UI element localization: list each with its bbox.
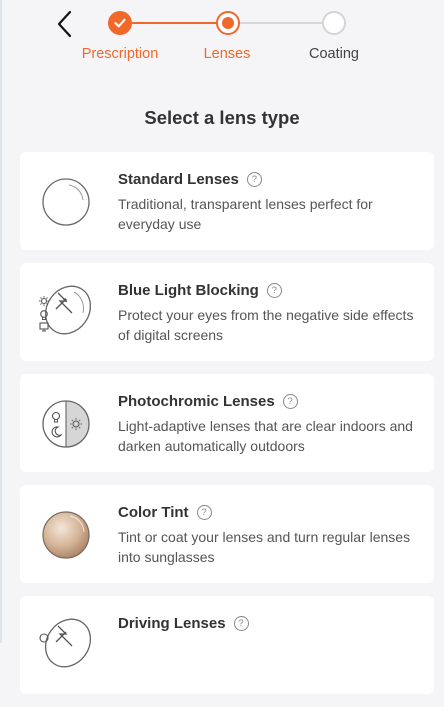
help-icon[interactable]: ? [196,504,212,520]
progress-stepper: Prescription Lenses Coating [0,11,444,71]
lens-option-title: Standard Lenses [118,170,239,188]
tinted-lens-icon [40,509,92,561]
step-coating-label[interactable]: Coating [309,46,359,62]
photochromic-lens-icon [40,398,92,450]
checkmark-icon [114,18,126,28]
blue-light-lens-icon [39,285,92,339]
stepper-line-pending [228,22,334,24]
left-edge-divider [0,0,2,643]
active-step-indicator [222,17,234,29]
lens-option-title: Color Tint [118,503,189,521]
help-icon[interactable]: ? [282,393,298,409]
lens-option-description: Protect your eyes from the negative side… [118,307,414,343]
step-lenses-label[interactable]: Lenses [204,46,251,62]
step-coating-dot[interactable] [322,11,346,35]
lens-option-blue-light[interactable]: Blue Light Blocking ? Protect your eyes … [20,263,434,361]
lens-type-list: Standard Lenses ? Traditional, transpare… [20,152,434,707]
header: Prescription Lenses Coating [0,0,444,80]
help-icon[interactable]: ? [266,282,282,298]
help-icon[interactable]: ? [233,615,249,631]
help-icon[interactable]: ? [246,171,262,187]
clear-lens-icon [40,176,92,228]
step-lenses-dot[interactable] [216,11,240,35]
lens-option-description: Tint or coat your lenses and turn regula… [118,529,411,565]
stepper-line-complete [120,22,228,24]
lens-option-title: Blue Light Blocking [118,281,259,299]
lens-option-color-tint[interactable]: Color Tint ? Tint or coat your lenses an… [20,485,434,583]
lens-option-description: Traditional, transparent lenses perfect … [118,196,373,232]
step-prescription-label[interactable]: Prescription [82,46,159,62]
page-title: Select a lens type [144,107,300,128]
step-prescription-dot[interactable] [108,11,132,35]
lens-option-title: Photochromic Lenses [118,392,275,410]
driving-lens-icon [39,618,92,672]
lens-option-driving[interactable]: Driving Lenses ? [20,596,434,694]
lens-option-standard[interactable]: Standard Lenses ? Traditional, transpare… [20,152,434,250]
lens-option-description: Light-adaptive lenses that are clear ind… [118,418,413,454]
lens-option-photochromic[interactable]: Photochromic Lenses ? Light-adaptive len… [20,374,434,472]
lens-option-title: Driving Lenses [118,614,226,632]
